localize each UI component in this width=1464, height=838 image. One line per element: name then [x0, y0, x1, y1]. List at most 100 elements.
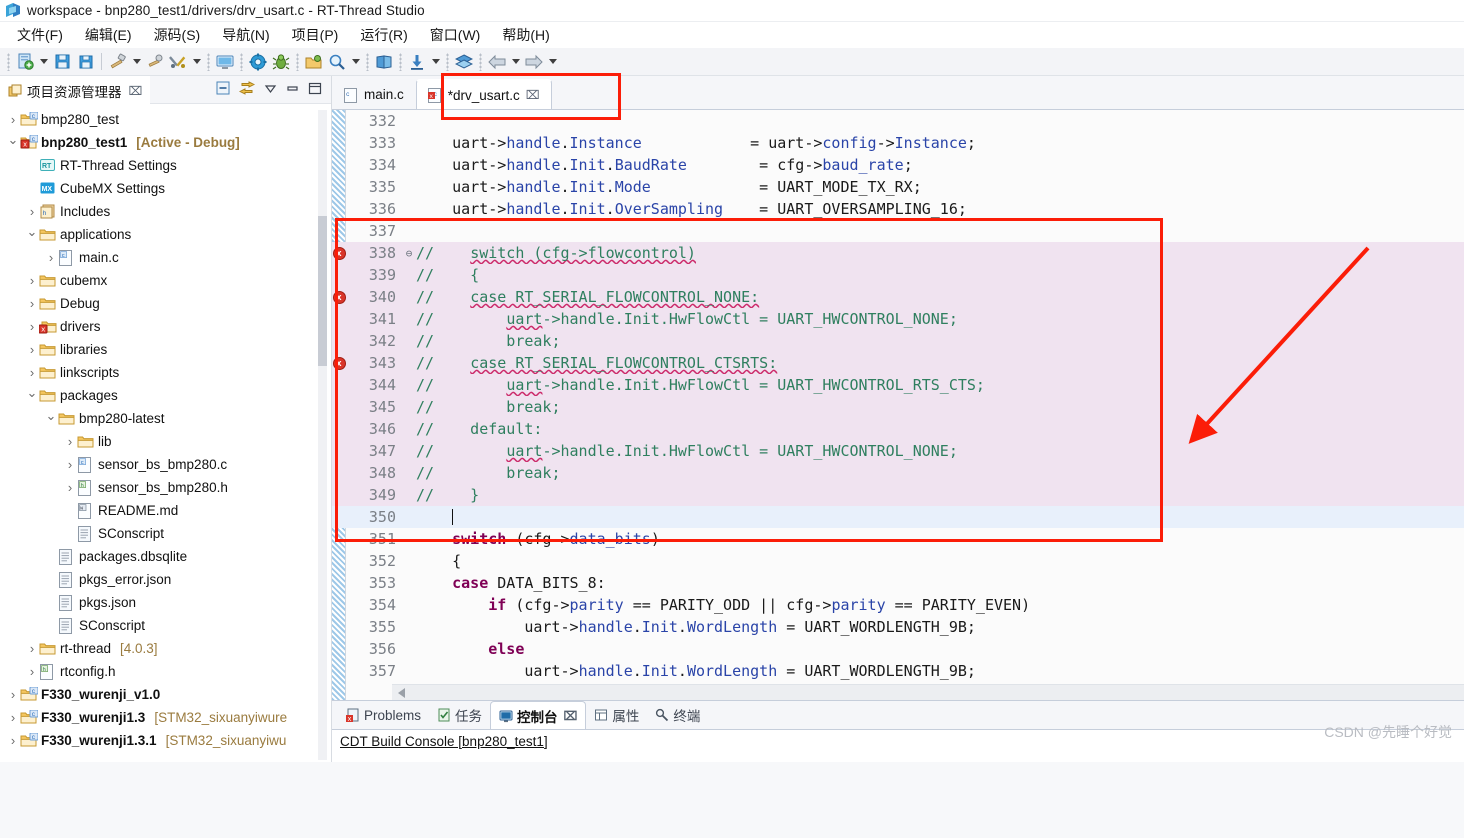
- tree-item-f330-wurenji1-3-1[interactable]: c F330_wurenji1.3.1 [STM32_sixuanyiwu: [0, 729, 331, 752]
- tree-twisty-closed-icon[interactable]: [6, 710, 20, 725]
- code-line-347[interactable]: 347 // uart->handle.Init.HwFlowCtl = UART…: [332, 440, 1464, 462]
- code-line-333[interactable]: 333 uart->handle.Instance = uart->config…: [332, 132, 1464, 154]
- tab-project-explorer[interactable]: 项目资源管理器 ⌧: [0, 75, 151, 104]
- editor-tab-drv-usart-c[interactable]: c x *drv_usart.c ⌧: [415, 79, 552, 109]
- menu-run[interactable]: 运行(R): [349, 23, 418, 47]
- code-line-340[interactable]: x 340 // case RT_SERIAL_FLOWCONTROL_NONE:: [332, 286, 1464, 308]
- close-icon[interactable]: ⌧: [526, 88, 540, 102]
- tree-twisty-closed-icon[interactable]: [44, 250, 58, 265]
- menu-navigate[interactable]: 导航(N): [211, 23, 280, 47]
- tree-item-packages[interactable]: packages: [0, 384, 331, 407]
- code-line-349[interactable]: 349 // }: [332, 484, 1464, 506]
- download-icon[interactable]: [406, 51, 428, 73]
- tree-item-sensor-bs-bmp280-c[interactable]: c sensor_bs_bmp280.c: [0, 453, 331, 476]
- tree-item-cubemx[interactable]: cubemx: [0, 269, 331, 292]
- error-marker-icon[interactable]: x: [332, 242, 347, 264]
- tree-item-applications[interactable]: applications: [0, 223, 331, 246]
- tree-item-libraries[interactable]: libraries: [0, 338, 331, 361]
- tree-item-bmp280-latest[interactable]: bmp280-latest: [0, 407, 331, 430]
- code-line-341[interactable]: 341 // uart->handle.Init.HwFlowCtl = UART…: [332, 308, 1464, 330]
- explorer-scrollbar-track[interactable]: [318, 110, 327, 760]
- clean-icon[interactable]: [144, 51, 166, 73]
- monitor-icon[interactable]: [214, 51, 236, 73]
- view-menu-icon[interactable]: [264, 82, 277, 98]
- code-line-350[interactable]: 350: [332, 506, 1464, 528]
- code-line-353[interactable]: 353 case DATA_BITS_8:: [332, 572, 1464, 594]
- search-dropdown-arrow-icon[interactable]: [349, 51, 362, 73]
- build-tools-icon[interactable]: [167, 51, 189, 73]
- code-line-342[interactable]: 342 // break;: [332, 330, 1464, 352]
- tree-item-lib[interactable]: lib: [0, 430, 331, 453]
- code-line-357[interactable]: 357 uart->handle.Init.WordLength = UART_…: [332, 660, 1464, 682]
- open-resource-icon[interactable]: [303, 51, 325, 73]
- code-line-356[interactable]: 356 else: [332, 638, 1464, 660]
- code-line-336[interactable]: 336 uart->handle.Init.OverSampling = UAR…: [332, 198, 1464, 220]
- menu-file[interactable]: 文件(F): [6, 23, 74, 47]
- build-dropdown-arrow-icon[interactable]: [130, 51, 143, 73]
- tree-twisty-open-icon[interactable]: [44, 411, 58, 427]
- code-line-335[interactable]: 335 uart->handle.Init.Mode = UART_MODE_T…: [332, 176, 1464, 198]
- fold-collapse-icon[interactable]: ⊖: [402, 247, 416, 260]
- save-icon[interactable]: [51, 51, 73, 73]
- explorer-tree[interactable]: cbmp280_testcxbnp280_test1[Active - Debu…: [0, 104, 331, 762]
- code-line-351[interactable]: 351 switch (cfg->data_bits): [332, 528, 1464, 550]
- tree-item-readme-md[interactable]: w README.md: [0, 499, 331, 522]
- code-line-343[interactable]: x 343 // case RT_SERIAL_FLOWCONTROL_CTSRTS…: [332, 352, 1464, 374]
- tree-twisty-open-icon[interactable]: [25, 388, 39, 404]
- tab-terminal[interactable]: 终端: [647, 701, 708, 729]
- code-line-337[interactable]: 337: [332, 220, 1464, 242]
- error-marker-icon[interactable]: x: [332, 352, 347, 374]
- tree-item-f330-wurenji1-3[interactable]: c F330_wurenji1.3 [STM32_sixuanyiwure: [0, 706, 331, 729]
- forward-dropdown-arrow-icon[interactable]: [546, 51, 559, 73]
- link-with-editor-icon[interactable]: [238, 81, 256, 98]
- tree-twisty-closed-icon[interactable]: [25, 273, 39, 288]
- book-icon[interactable]: [373, 51, 395, 73]
- collapse-all-icon[interactable]: [216, 81, 230, 98]
- tree-item-rtconfig-h[interactable]: h rtconfig.h: [0, 660, 331, 683]
- menu-window[interactable]: 窗口(W): [419, 23, 492, 47]
- menu-edit[interactable]: 编辑(E): [74, 23, 143, 47]
- error-marker-icon[interactable]: x: [332, 286, 347, 308]
- tree-item-bnp280-test1[interactable]: cxbnp280_test1[Active - Debug]: [0, 131, 331, 154]
- maximize-icon[interactable]: [308, 82, 322, 98]
- tree-twisty-closed-icon[interactable]: [6, 687, 20, 702]
- tree-item-sconscript[interactable]: SConscript: [0, 614, 331, 637]
- code-line-352[interactable]: 352 {: [332, 550, 1464, 572]
- editor-tab-main-c[interactable]: c main.c: [332, 79, 416, 109]
- tree-item-includes[interactable]: h Includes: [0, 200, 331, 223]
- tree-item-pkgs-json[interactable]: pkgs.json: [0, 591, 331, 614]
- code-line-338[interactable]: x 338 ⊖// switch (cfg->flowcontrol): [332, 242, 1464, 264]
- tree-twisty-closed-icon[interactable]: [25, 365, 39, 380]
- back-arrow-icon[interactable]: [486, 51, 508, 73]
- tab-problems[interactable]: x Problems: [338, 704, 429, 727]
- close-icon[interactable]: ⌧: [564, 709, 578, 723]
- tree-item-packages-dbsqlite[interactable]: packages.dbsqlite: [0, 545, 331, 568]
- editor-horizontal-scrollbar[interactable]: [392, 684, 1464, 700]
- menu-project[interactable]: 项目(P): [281, 23, 350, 47]
- tree-twisty-closed-icon[interactable]: [63, 480, 77, 495]
- code-editor[interactable]: 332 333 uart->handle.Instance = uart->con…: [332, 110, 1464, 700]
- tree-item-rt-thread-settings[interactable]: RT RT-Thread Settings: [0, 154, 331, 177]
- tab-console[interactable]: 控制台 ⌧: [490, 701, 587, 731]
- tools-dropdown-arrow-icon[interactable]: [190, 51, 203, 73]
- code-line-345[interactable]: 345 // break;: [332, 396, 1464, 418]
- console-body[interactable]: CDT Build Console [bnp280_test1]: [332, 729, 1464, 762]
- tree-twisty-open-icon[interactable]: [6, 135, 20, 151]
- code-line-339[interactable]: 339 // {: [332, 264, 1464, 286]
- tree-item-drivers[interactable]: x drivers: [0, 315, 331, 338]
- code-line-344[interactable]: 344 // uart->handle.Init.HwFlowCtl = UART…: [332, 374, 1464, 396]
- code-line-334[interactable]: 334 uart->handle.Init.BaudRate = cfg->ba…: [332, 154, 1464, 176]
- build-hammer-icon[interactable]: [107, 51, 129, 73]
- tree-item-f330-wurenji-v1-0[interactable]: c F330_wurenji_v1.0: [0, 683, 331, 706]
- tree-twisty-closed-icon[interactable]: [25, 342, 39, 357]
- code-line-346[interactable]: 346 // default:: [332, 418, 1464, 440]
- debug-bug-icon[interactable]: [270, 51, 292, 73]
- new-icon[interactable]: [14, 51, 36, 73]
- tree-twisty-closed-icon[interactable]: [25, 664, 39, 679]
- tree-twisty-closed-icon[interactable]: [63, 457, 77, 472]
- tree-twisty-closed-icon[interactable]: [6, 112, 20, 127]
- tree-item-main-c[interactable]: c main.c: [0, 246, 331, 269]
- tree-item-pkgs-error-json[interactable]: pkgs_error.json: [0, 568, 331, 591]
- back-dropdown-arrow-icon[interactable]: [509, 51, 522, 73]
- tree-item-sensor-bs-bmp280-h[interactable]: h sensor_bs_bmp280.h: [0, 476, 331, 499]
